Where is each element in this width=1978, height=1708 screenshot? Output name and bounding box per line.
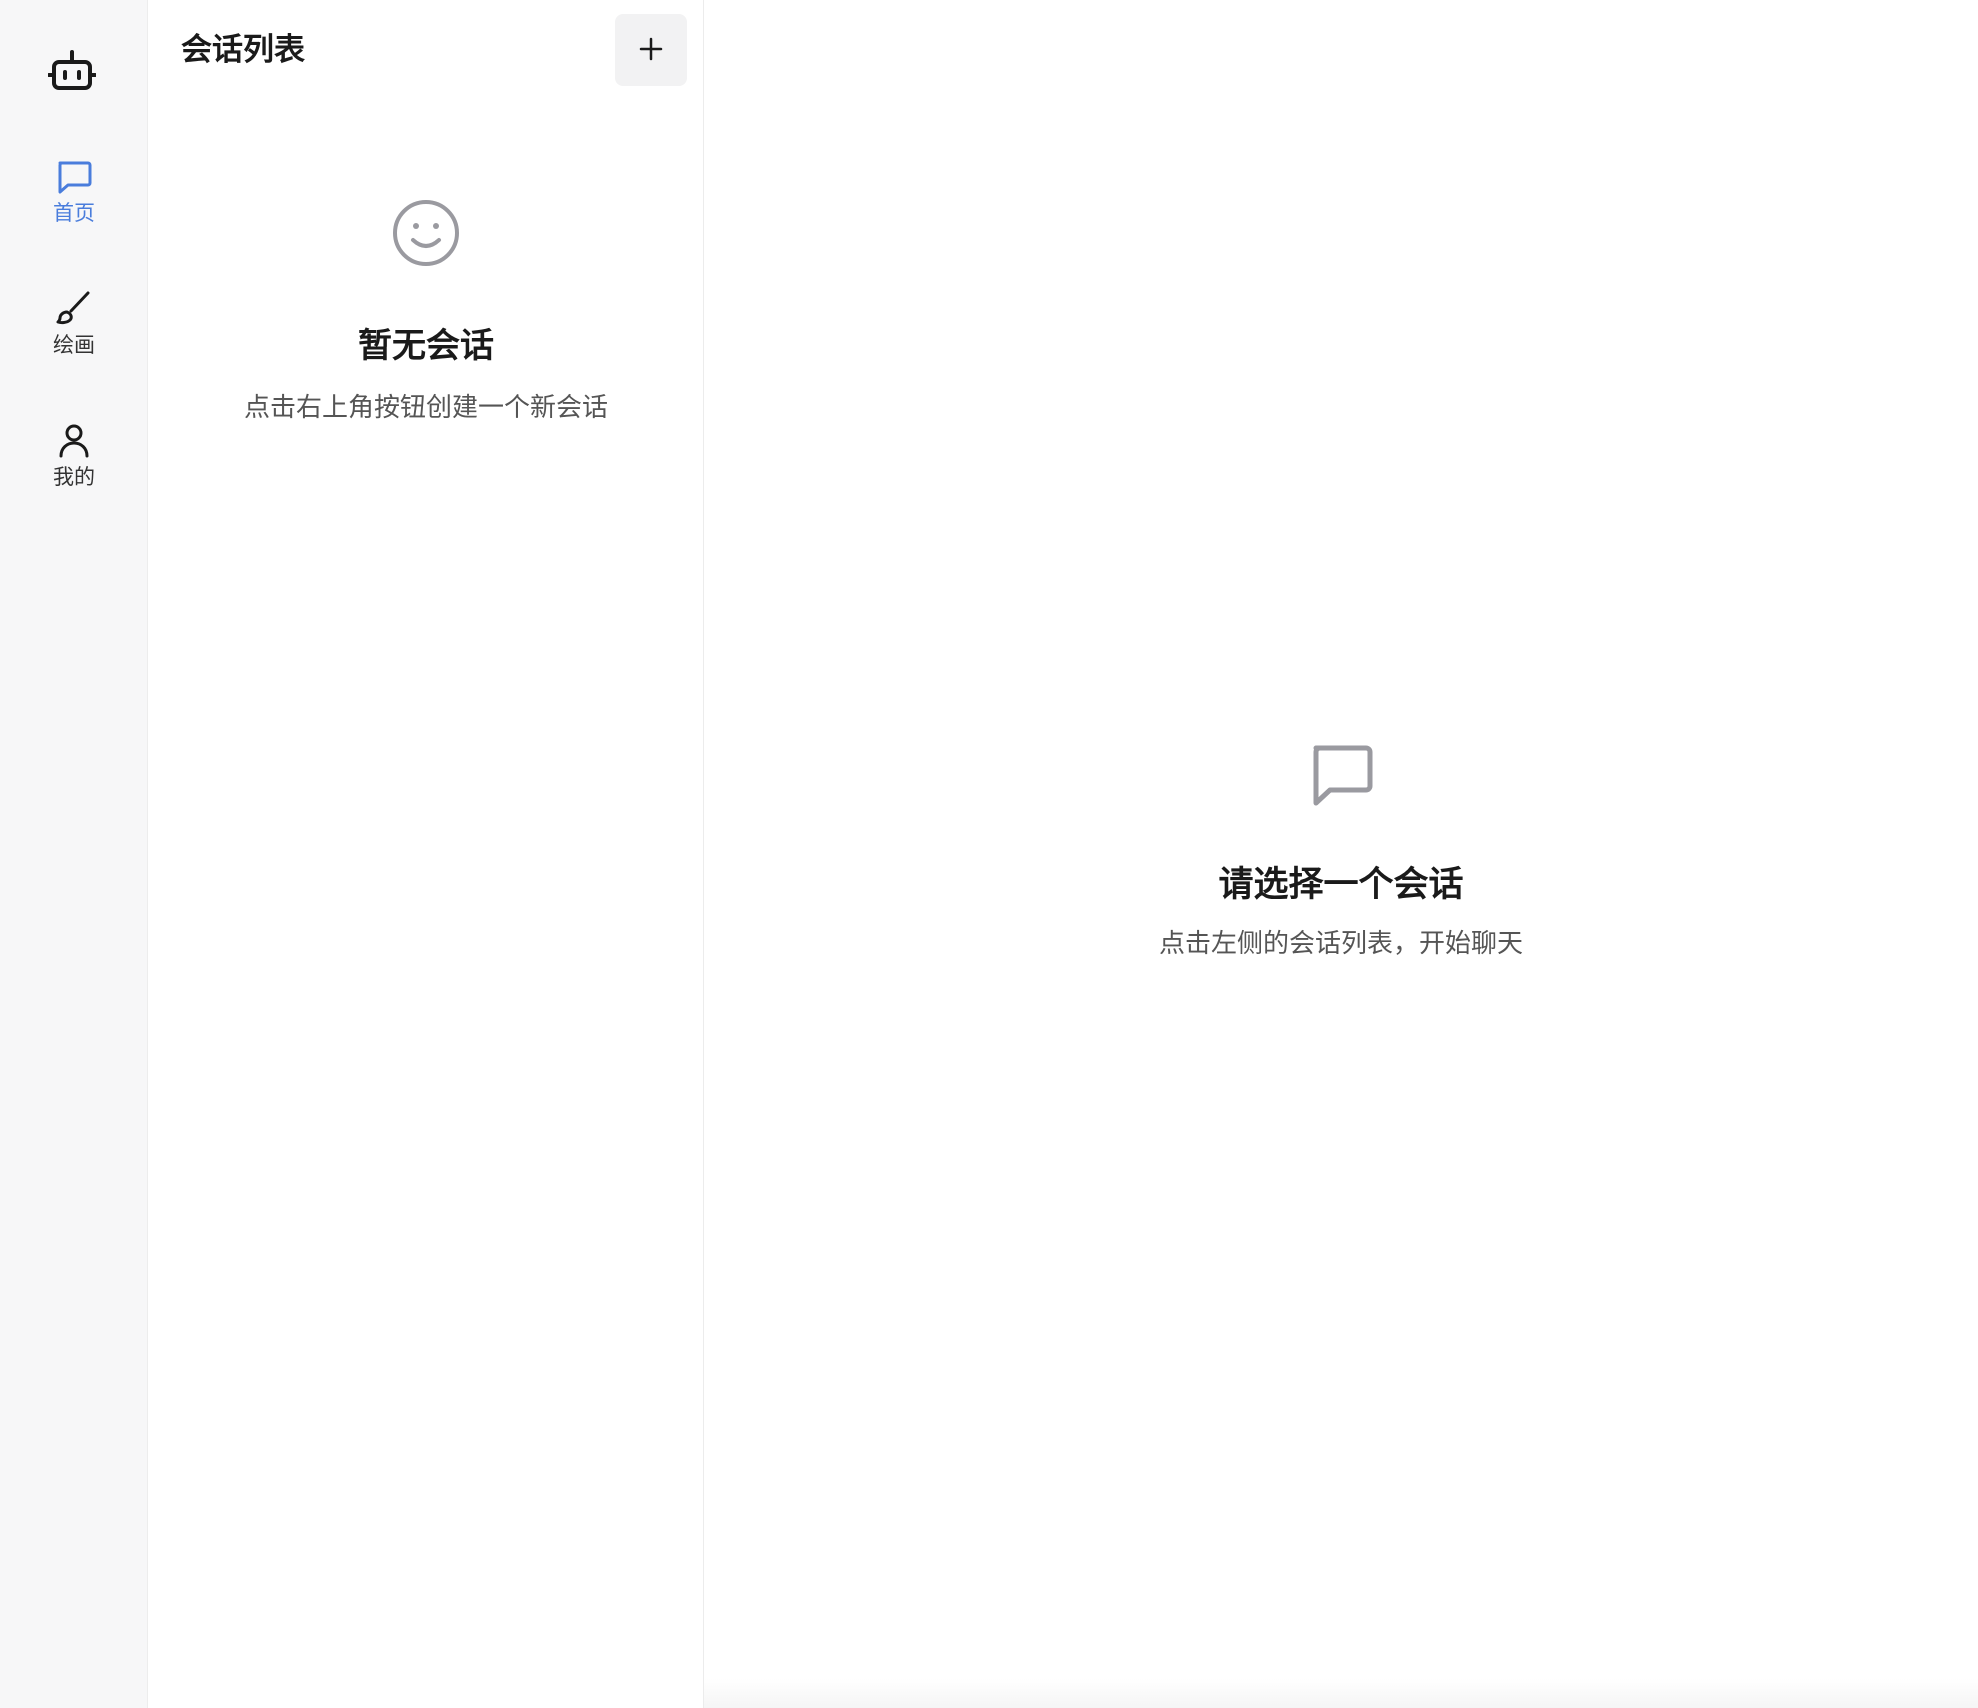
bottom-shadow: [704, 1678, 1978, 1708]
conversation-list-title: 会话列表: [181, 32, 305, 68]
nav-item-label: 我的: [53, 465, 95, 489]
nav-item-label: 首页: [53, 201, 95, 225]
chat-empty-description: 点击左侧的会话列表，开始聊天: [1158, 929, 1523, 959]
brush-icon: [54, 288, 94, 328]
nav-rail: 首页 绘画 我的: [0, 0, 148, 1708]
chat-bubble-icon: [1308, 742, 1374, 812]
add-conversation-button[interactable]: [615, 14, 687, 86]
chat-empty-state: 请选择一个会话 点击左侧的会话列表，开始聊天: [704, 742, 1978, 962]
robot-icon: [47, 48, 97, 92]
empty-list-description: 点击右上角按钮创建一个新会话: [243, 393, 608, 423]
conversation-list-panel: 会话列表 暂无会话 点击右上角按钮创建一个新会话: [148, 0, 704, 1708]
nav-item-home[interactable]: 首页: [0, 156, 148, 226]
chat-main-area: 请选择一个会话 点击左侧的会话列表，开始聊天: [704, 0, 1978, 1708]
chat-empty-title: 请选择一个会话: [1218, 865, 1464, 905]
conversation-list-empty-state: 暂无会话 点击右上角按钮创建一个新会话: [148, 198, 704, 428]
smile-icon: [391, 198, 461, 272]
nav-item-label: 绘画: [53, 333, 95, 357]
app-window: 首页 绘画 我的 会话列表 暂无会话 点击右上角按钮创建一个新会话 请选择一个会…: [0, 0, 1978, 1708]
plus-icon: [638, 36, 664, 65]
chat-bubble-icon: [54, 156, 94, 196]
user-icon: [54, 420, 94, 460]
empty-list-title: 暂无会话: [358, 326, 494, 366]
nav-item-drawing[interactable]: 绘画: [0, 288, 148, 358]
nav-item-profile[interactable]: 我的: [0, 420, 148, 490]
